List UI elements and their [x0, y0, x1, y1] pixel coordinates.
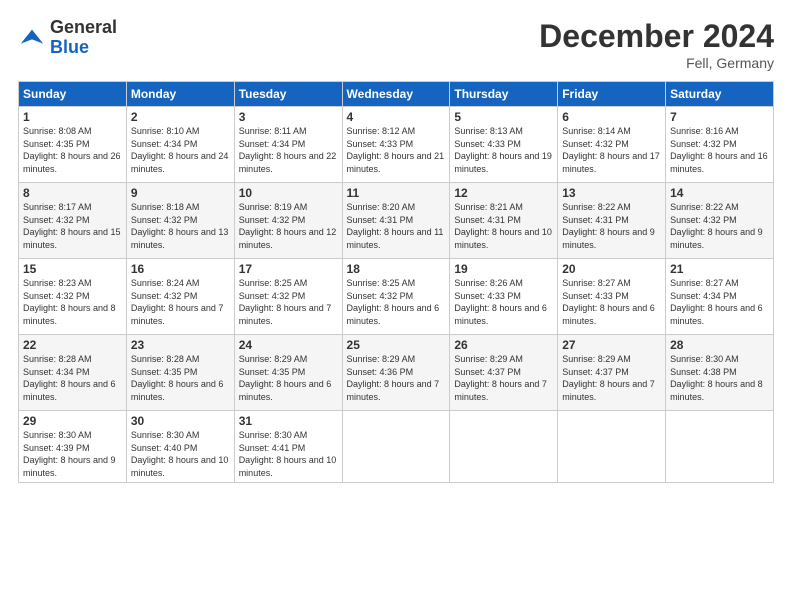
day-17: 17 Sunrise: 8:25 AMSunset: 4:32 PMDaylig…: [234, 259, 342, 335]
day-15: 15 Sunrise: 8:23 AMSunset: 4:32 PMDaylig…: [19, 259, 127, 335]
day-3: 3 Sunrise: 8:11 AMSunset: 4:34 PMDayligh…: [234, 107, 342, 183]
day-21: 21 Sunrise: 8:27 AMSunset: 4:34 PMDaylig…: [666, 259, 774, 335]
header-thursday: Thursday: [450, 82, 558, 107]
week-3: 15 Sunrise: 8:23 AMSunset: 4:32 PMDaylig…: [19, 259, 774, 335]
week-5: 29 Sunrise: 8:30 AMSunset: 4:39 PMDaylig…: [19, 411, 774, 483]
day-8: 8 Sunrise: 8:17 AMSunset: 4:32 PMDayligh…: [19, 183, 127, 259]
empty-cell-4: [666, 411, 774, 483]
page: General Blue December 2024 Fell, Germany…: [0, 0, 792, 612]
day-13: 13 Sunrise: 8:22 AMSunset: 4:31 PMDaylig…: [558, 183, 666, 259]
day-26: 26 Sunrise: 8:29 AMSunset: 4:37 PMDaylig…: [450, 335, 558, 411]
day-9: 9 Sunrise: 8:18 AMSunset: 4:32 PMDayligh…: [126, 183, 234, 259]
day-18: 18 Sunrise: 8:25 AMSunset: 4:32 PMDaylig…: [342, 259, 450, 335]
day-30: 30 Sunrise: 8:30 AMSunset: 4:40 PMDaylig…: [126, 411, 234, 483]
logo-general: General: [50, 18, 117, 38]
calendar-header-row: Sunday Monday Tuesday Wednesday Thursday…: [19, 82, 774, 107]
location: Fell, Germany: [539, 55, 774, 71]
day-11: 11 Sunrise: 8:20 AMSunset: 4:31 PMDaylig…: [342, 183, 450, 259]
day-14: 14 Sunrise: 8:22 AMSunset: 4:32 PMDaylig…: [666, 183, 774, 259]
day-4: 4 Sunrise: 8:12 AMSunset: 4:33 PMDayligh…: [342, 107, 450, 183]
empty-cell-3: [558, 411, 666, 483]
week-2: 8 Sunrise: 8:17 AMSunset: 4:32 PMDayligh…: [19, 183, 774, 259]
day-25: 25 Sunrise: 8:29 AMSunset: 4:36 PMDaylig…: [342, 335, 450, 411]
day-2: 2 Sunrise: 8:10 AMSunset: 4:34 PMDayligh…: [126, 107, 234, 183]
day-10: 10 Sunrise: 8:19 AMSunset: 4:32 PMDaylig…: [234, 183, 342, 259]
week-4: 22 Sunrise: 8:28 AMSunset: 4:34 PMDaylig…: [19, 335, 774, 411]
day-23: 23 Sunrise: 8:28 AMSunset: 4:35 PMDaylig…: [126, 335, 234, 411]
day-29: 29 Sunrise: 8:30 AMSunset: 4:39 PMDaylig…: [19, 411, 127, 483]
day-16: 16 Sunrise: 8:24 AMSunset: 4:32 PMDaylig…: [126, 259, 234, 335]
header: General Blue December 2024 Fell, Germany: [18, 18, 774, 71]
day-12: 12 Sunrise: 8:21 AMSunset: 4:31 PMDaylig…: [450, 183, 558, 259]
day-1: 1 Sunrise: 8:08 AMSunset: 4:35 PMDayligh…: [19, 107, 127, 183]
day-24: 24 Sunrise: 8:29 AMSunset: 4:35 PMDaylig…: [234, 335, 342, 411]
calendar: Sunday Monday Tuesday Wednesday Thursday…: [18, 81, 774, 483]
logo-text: General Blue: [50, 18, 117, 58]
header-sunday: Sunday: [19, 82, 127, 107]
day-20: 20 Sunrise: 8:27 AMSunset: 4:33 PMDaylig…: [558, 259, 666, 335]
header-friday: Friday: [558, 82, 666, 107]
day-31: 31 Sunrise: 8:30 AMSunset: 4:41 PMDaylig…: [234, 411, 342, 483]
empty-cell-2: [450, 411, 558, 483]
week-1: 1 Sunrise: 8:08 AMSunset: 4:35 PMDayligh…: [19, 107, 774, 183]
logo: General Blue: [18, 18, 117, 58]
day-19: 19 Sunrise: 8:26 AMSunset: 4:33 PMDaylig…: [450, 259, 558, 335]
header-tuesday: Tuesday: [234, 82, 342, 107]
header-saturday: Saturday: [666, 82, 774, 107]
logo-blue: Blue: [50, 38, 117, 58]
month-title: December 2024: [539, 18, 774, 55]
empty-cell-1: [342, 411, 450, 483]
day-5: 5 Sunrise: 8:13 AMSunset: 4:33 PMDayligh…: [450, 107, 558, 183]
day-6: 6 Sunrise: 8:14 AMSunset: 4:32 PMDayligh…: [558, 107, 666, 183]
header-monday: Monday: [126, 82, 234, 107]
day-22: 22 Sunrise: 8:28 AMSunset: 4:34 PMDaylig…: [19, 335, 127, 411]
header-wednesday: Wednesday: [342, 82, 450, 107]
day-7: 7 Sunrise: 8:16 AMSunset: 4:32 PMDayligh…: [666, 107, 774, 183]
logo-icon: [18, 24, 46, 52]
day-27: 27 Sunrise: 8:29 AMSunset: 4:37 PMDaylig…: [558, 335, 666, 411]
title-block: December 2024 Fell, Germany: [539, 18, 774, 71]
day-28: 28 Sunrise: 8:30 AMSunset: 4:38 PMDaylig…: [666, 335, 774, 411]
